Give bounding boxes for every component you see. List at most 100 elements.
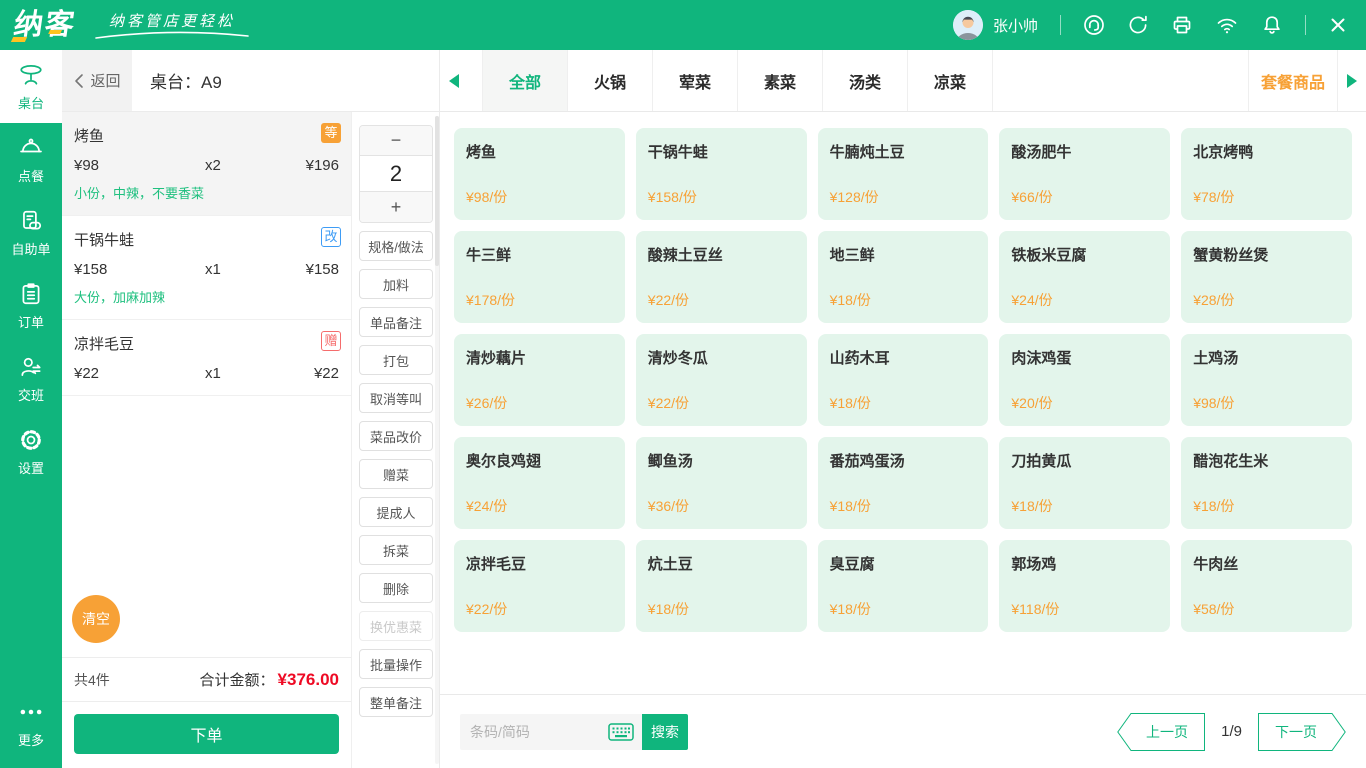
cloud-sync-icon[interactable] <box>1127 14 1149 36</box>
tabs-scroll-right-button[interactable] <box>1338 50 1366 111</box>
tabs-scroll-left-button[interactable] <box>440 50 468 111</box>
logo-text: 纳客 <box>12 9 79 41</box>
menu-item-card[interactable]: 蟹黄粉丝煲 ¥28/份 <box>1181 231 1352 323</box>
menu-item-card[interactable]: 烤鱼 ¥98/份 <box>454 128 625 220</box>
action-button[interactable]: 赠菜 <box>359 459 433 489</box>
menu-item-card[interactable]: 刀拍黄瓜 ¥18/份 <box>999 437 1170 529</box>
order-total-amount: ¥376.00 <box>278 670 339 690</box>
arrow-right-icon <box>1347 74 1357 88</box>
category-tab[interactable]: 全部 <box>483 50 568 111</box>
category-tab[interactable]: 素菜 <box>738 50 823 111</box>
menu-item-card[interactable]: 干锅牛蛙 ¥158/份 <box>636 128 807 220</box>
action-button[interactable]: 批量操作 <box>359 649 433 679</box>
sidebar-item-settings[interactable]: 设置 <box>0 415 62 488</box>
menu-item-card[interactable]: 臭豆腐 ¥18/份 <box>818 540 989 632</box>
action-button[interactable]: 单品备注 <box>359 307 433 337</box>
qty-plus-button[interactable]: + <box>360 192 432 222</box>
category-tab[interactable]: 凉菜 <box>908 50 993 111</box>
search-button[interactable]: 搜索 <box>642 714 688 750</box>
menu-item-price: ¥98/份 <box>466 187 613 207</box>
close-icon[interactable] <box>1328 15 1348 35</box>
menu-item-name: 刀拍黄瓜 <box>1011 450 1158 471</box>
menu-item-card[interactable]: 凉拌毛豆 ¥22/份 <box>454 540 625 632</box>
sidebar-item-orders[interactable]: 订单 <box>0 269 62 342</box>
sidebar-item-tables[interactable]: 桌台 <box>0 50 62 123</box>
divider <box>1060 15 1061 35</box>
menu-item-card[interactable]: 山药木耳 ¥18/份 <box>818 334 989 426</box>
scrollbar-thumb[interactable] <box>435 116 439 266</box>
order-total-wrap: 合计金额： ¥376.00 <box>200 669 339 690</box>
place-order-button[interactable]: 下单 <box>74 714 339 754</box>
sidebar-item-self-order[interactable]: 自助单 <box>0 196 62 269</box>
menu-item-card[interactable]: 醋泡花生米 ¥18/份 <box>1181 437 1352 529</box>
menu-item-price: ¥26/份 <box>466 393 613 413</box>
menu-item-card[interactable]: 酸辣土豆丝 ¥22/份 <box>636 231 807 323</box>
menu-item-name: 郭场鸡 <box>1011 553 1158 574</box>
prev-page-label: 上一页 <box>1146 724 1188 740</box>
notifications-icon[interactable] <box>1261 14 1283 36</box>
order-item[interactable]: 干锅牛蛙 改 ¥158 x1 ¥158 大份，加麻加辣 <box>62 216 351 320</box>
qty-minus-button[interactable]: − <box>360 126 432 156</box>
menu-item-name: 清炒冬瓜 <box>648 347 795 368</box>
menu-item-name: 山药木耳 <box>830 347 977 368</box>
sidebar-item-label: 点餐 <box>18 166 44 185</box>
action-button[interactable]: 打包 <box>359 345 433 375</box>
menu-item-card[interactable]: 肉沫鸡蛋 ¥20/份 <box>999 334 1170 426</box>
action-button[interactable]: 整单备注 <box>359 687 433 717</box>
category-tabs: 全部 火锅 荤菜 素菜 汤类 凉菜 <box>482 50 993 111</box>
action-button[interactable]: 拆菜 <box>359 535 433 565</box>
order-header: 返回 桌台：A9 <box>62 50 439 112</box>
menu-item-card[interactable]: 清炒藕片 ¥26/份 <box>454 334 625 426</box>
menu-item-card[interactable]: 酸汤肥牛 ¥66/份 <box>999 128 1170 220</box>
menu-item-name: 鲫鱼汤 <box>648 450 795 471</box>
menu-item-card[interactable]: 牛肉丝 ¥58/份 <box>1181 540 1352 632</box>
menu-item-card[interactable]: 鲫鱼汤 ¥36/份 <box>636 437 807 529</box>
action-button[interactable]: 菜品改价 <box>359 421 433 451</box>
menu-item-card[interactable]: 地三鲜 ¥18/份 <box>818 231 989 323</box>
order-item-badge: 改 <box>321 227 341 247</box>
clear-order-button[interactable]: 清空 <box>72 595 120 643</box>
prev-page-button[interactable]: 上一页 <box>1117 713 1205 751</box>
menu-item-card[interactable]: 土鸡汤 ¥98/份 <box>1181 334 1352 426</box>
menu-item-card[interactable]: 炕土豆 ¥18/份 <box>636 540 807 632</box>
order-item-total: ¥196 <box>267 157 339 174</box>
action-button[interactable]: 取消等叫 <box>359 383 433 413</box>
barcode-search-input[interactable] <box>470 724 602 740</box>
action-button[interactable]: 加料 <box>359 269 433 299</box>
scrollbar[interactable] <box>435 116 439 764</box>
action-button[interactable]: 规格/做法 <box>359 231 433 261</box>
sidebar-item-more[interactable]: 更多 <box>0 687 62 760</box>
category-tab[interactable]: 荤菜 <box>653 50 738 111</box>
menu-item-price: ¥128/份 <box>830 187 977 207</box>
back-button[interactable]: 返回 <box>62 50 132 111</box>
menu-item-card[interactable]: 铁板米豆腐 ¥24/份 <box>999 231 1170 323</box>
order-list: 烤鱼 等 ¥98 x2 ¥196 小份，中辣，不要香菜 <box>62 112 351 595</box>
combo-products-tab[interactable]: 套餐商品 <box>1248 50 1338 111</box>
menu-item-card[interactable]: 北京烤鸭 ¥78/份 <box>1181 128 1352 220</box>
order-item-qty: x1 <box>205 261 267 278</box>
action-button[interactable]: 提成人 <box>359 497 433 527</box>
sidebar-item-shift[interactable]: 交班 <box>0 342 62 415</box>
action-button[interactable]: 删除 <box>359 573 433 603</box>
order-item[interactable]: 凉拌毛豆 赠 ¥22 x1 ¥22 <box>62 320 351 396</box>
menu-item-card[interactable]: 清炒冬瓜 ¥22/份 <box>636 334 807 426</box>
category-tab[interactable]: 火锅 <box>568 50 653 111</box>
menu-item-card[interactable]: 牛腩炖土豆 ¥128/份 <box>818 128 989 220</box>
avatar[interactable] <box>953 10 983 40</box>
menu-item-card[interactable]: 奥尔良鸡翅 ¥24/份 <box>454 437 625 529</box>
printer-icon[interactable] <box>1171 14 1193 36</box>
category-tab[interactable]: 汤类 <box>823 50 908 111</box>
menu-item-card[interactable]: 郭场鸡 ¥118/份 <box>999 540 1170 632</box>
sidebar-item-ordering[interactable]: 点餐 <box>0 123 62 196</box>
menu-item-card[interactable]: 番茄鸡蛋汤 ¥18/份 <box>818 437 989 529</box>
order-item-price-row: ¥98 x2 ¥196 <box>74 157 339 174</box>
customer-service-icon[interactable] <box>1083 14 1105 36</box>
order-item-price: ¥22 <box>74 365 205 382</box>
menu-item-card[interactable]: 牛三鲜 ¥178/份 <box>454 231 625 323</box>
order-item[interactable]: 烤鱼 等 ¥98 x2 ¥196 小份，中辣，不要香菜 <box>62 112 351 216</box>
order-item-name: 烤鱼 <box>74 125 339 146</box>
next-page-button[interactable]: 下一页 <box>1258 713 1346 751</box>
wifi-icon[interactable] <box>1215 14 1239 36</box>
action-button[interactable]: 换优惠菜 <box>359 611 433 641</box>
keyboard-icon[interactable] <box>608 723 634 741</box>
